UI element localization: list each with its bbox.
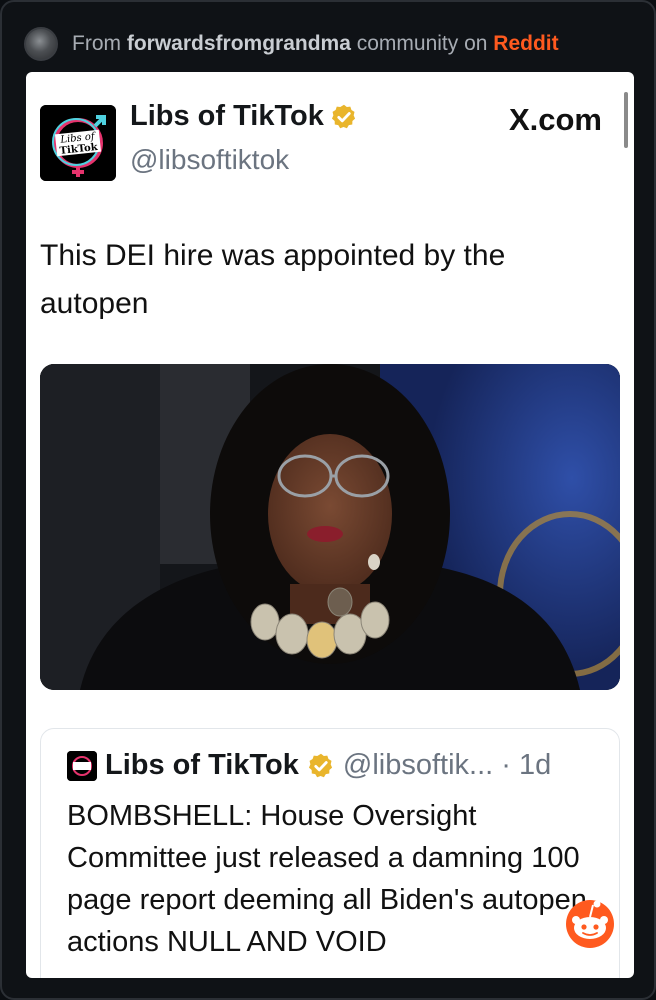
reddit-snoo-icon[interactable] xyxy=(562,894,618,950)
libs-of-tiktok-logo-icon xyxy=(67,750,97,781)
source-middle: community on xyxy=(356,32,488,55)
author-handle[interactable]: @libsoftiktok xyxy=(130,144,289,176)
profile-avatar[interactable]: Libs of TikTok xyxy=(40,105,116,181)
quoted-display-name[interactable]: Libs of TikTok xyxy=(105,749,299,782)
community-avatar[interactable] xyxy=(24,27,58,61)
scrollbar-thumb[interactable] xyxy=(624,92,628,148)
tweet-text: This DEI hire was appointed by the autop… xyxy=(40,239,506,320)
author-display-name[interactable]: Libs of TikTok xyxy=(130,100,324,133)
source-site[interactable]: X.com xyxy=(509,102,602,138)
source-bar: From forwardsfromgrandma community on Re… xyxy=(24,26,634,62)
photo-illustration xyxy=(40,364,620,690)
verified-badge-icon xyxy=(308,753,332,777)
platform-link[interactable]: Reddit xyxy=(493,32,558,55)
quoted-avatar[interactable] xyxy=(67,750,97,781)
quoted-tweet[interactable]: Libs of TikTok @libsoftik... · 1d BOMBSH… xyxy=(40,728,620,978)
community-link[interactable]: forwardsfromgrandma xyxy=(127,32,351,55)
tweet-card: Libs of TikTok Libs of TikTok @libsoftik… xyxy=(26,72,634,978)
source-prefix: From xyxy=(72,32,121,55)
quoted-handle-time: @libsoftik... · 1d xyxy=(342,749,552,781)
libs-of-tiktok-logo-icon: Libs of TikTok xyxy=(40,105,116,181)
source-text: From forwardsfromgrandma community on Re… xyxy=(72,32,559,56)
reddit-post-frame: From forwardsfromgrandma community on Re… xyxy=(0,0,656,1000)
author-row: Libs of TikTok xyxy=(130,100,358,133)
tweet-photo[interactable] xyxy=(40,364,620,690)
quoted-tweet-text: BOMBSHELL: House Oversight Committee jus… xyxy=(67,800,587,958)
verified-badge-icon xyxy=(331,104,355,128)
quoted-tweet-header: Libs of TikTok @libsoftik... · 1d xyxy=(67,749,551,782)
